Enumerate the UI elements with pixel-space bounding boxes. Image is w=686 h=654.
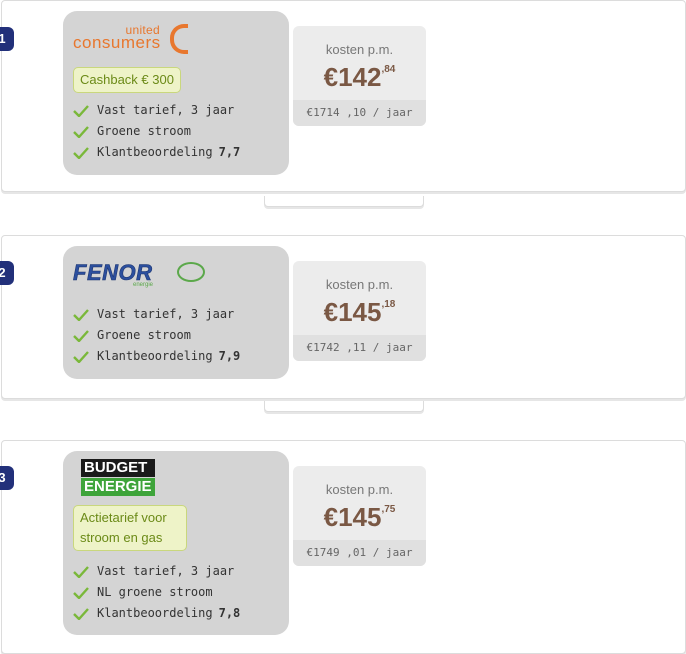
- united-consumers-logo: united consumers: [73, 23, 188, 54]
- monthly-price: €142,84: [293, 62, 426, 93]
- rank-badge: 3: [0, 466, 14, 490]
- check-icon: [73, 104, 89, 117]
- logo-subtext: energie: [133, 282, 154, 288]
- price-label: kosten p.m.: [325, 42, 394, 57]
- check-icon: [73, 586, 89, 599]
- check-icon: [73, 329, 89, 342]
- price-cents: ,18: [381, 299, 396, 310]
- offer-card[interactable]: 1 united consumers Cashback € 300 Vast t…: [0, 0, 686, 192]
- feature-list: Vast tarief, 3 jaar NL groene stroom Kla…: [73, 561, 240, 624]
- price-label: kosten p.m.: [325, 277, 394, 292]
- price-box: kosten p.m. €142,84 €1714 ,10 / jaar: [293, 26, 426, 126]
- rank-badge: 1: [0, 27, 14, 51]
- price-box: kosten p.m. €145,18 €1742 ,11 / jaar: [293, 261, 426, 361]
- logo-text-big: consumers: [73, 33, 161, 52]
- monthly-price: €145,18: [293, 297, 426, 328]
- feature-item: Vast tarief, 3 jaar: [73, 561, 240, 582]
- action-badge: Actietarief voor stroom en gas: [73, 505, 187, 551]
- rank-badge: 2: [0, 261, 14, 285]
- price-cents: ,75: [381, 504, 396, 515]
- feature-item: Vast tarief, 3 jaar: [73, 304, 240, 325]
- check-icon: [73, 607, 89, 620]
- rating-value: 7,7: [218, 145, 241, 159]
- logo-c-mark-icon: [170, 24, 188, 54]
- feature-item: Klantbeoordeling 7,9: [73, 346, 240, 367]
- offer-card[interactable]: 3 BUDGET ENERGIE Actietarief voor stroom…: [0, 440, 686, 654]
- feature-item: Klantbeoordeling 7,8: [73, 603, 240, 624]
- feature-item: NL groene stroom: [73, 582, 240, 603]
- offer-card[interactable]: 2 FENOR energie Vast tarief, 3 jaar Groe…: [0, 235, 686, 399]
- logo-line1: BUDGET: [81, 459, 155, 477]
- check-icon: [73, 308, 89, 321]
- provider-panel: united consumers Cashback € 300 Vast tar…: [63, 11, 289, 175]
- provider-panel: BUDGET ENERGIE Actietarief voor stroom e…: [63, 451, 289, 635]
- price-euros: €145: [323, 297, 382, 327]
- monthly-price: €145,75: [293, 502, 426, 533]
- logo-line2: ENERGIE: [81, 478, 155, 496]
- feature-text: Vast tarief, 3 jaar: [97, 564, 235, 578]
- yearly-price: €1742 ,11 / jaar: [293, 335, 426, 361]
- budget-energie-logo: BUDGET ENERGIE: [81, 459, 155, 496]
- cashback-badge: Cashback € 300: [73, 67, 181, 93]
- feature-text: Groene stroom: [97, 124, 191, 138]
- check-icon: [73, 146, 89, 159]
- rating-value: 7,9: [218, 349, 241, 363]
- feature-list: Vast tarief, 3 jaar Groene stroom Klantb…: [73, 304, 240, 367]
- card-tab: [264, 196, 424, 207]
- price-box: kosten p.m. €145,75 €1749 ,01 / jaar: [293, 466, 426, 566]
- feature-text: Groene stroom: [97, 328, 191, 342]
- yearly-price: €1714 ,10 / jaar: [293, 100, 426, 126]
- feature-item: Groene stroom: [73, 325, 240, 346]
- feature-item: Klantbeoordeling 7,7: [73, 142, 240, 163]
- rating-value: 7,8: [218, 606, 241, 620]
- yearly-price: €1749 ,01 / jaar: [293, 540, 426, 566]
- feature-text: Klantbeoordeling: [97, 606, 213, 620]
- check-icon: [73, 125, 89, 138]
- price-label: kosten p.m.: [325, 482, 394, 497]
- provider-panel: FENOR energie Vast tarief, 3 jaar Groene…: [63, 246, 289, 379]
- price-euros: €145: [323, 502, 382, 532]
- check-icon: [73, 565, 89, 578]
- feature-list: Vast tarief, 3 jaar Groene stroom Klantb…: [73, 100, 240, 163]
- price-cents: ,84: [381, 64, 396, 75]
- logo-swirl-icon: [177, 262, 205, 282]
- fenor-logo: FENOR energie: [73, 260, 205, 288]
- check-icon: [73, 350, 89, 363]
- feature-text: Vast tarief, 3 jaar: [97, 103, 235, 117]
- feature-text: Klantbeoordeling: [97, 145, 213, 159]
- price-euros: €142: [323, 62, 382, 92]
- feature-item: Groene stroom: [73, 121, 240, 142]
- feature-text: NL groene stroom: [97, 585, 213, 599]
- feature-text: Vast tarief, 3 jaar: [97, 307, 235, 321]
- feature-item: Vast tarief, 3 jaar: [73, 100, 240, 121]
- feature-text: Klantbeoordeling: [97, 349, 213, 363]
- card-tab: [264, 401, 424, 412]
